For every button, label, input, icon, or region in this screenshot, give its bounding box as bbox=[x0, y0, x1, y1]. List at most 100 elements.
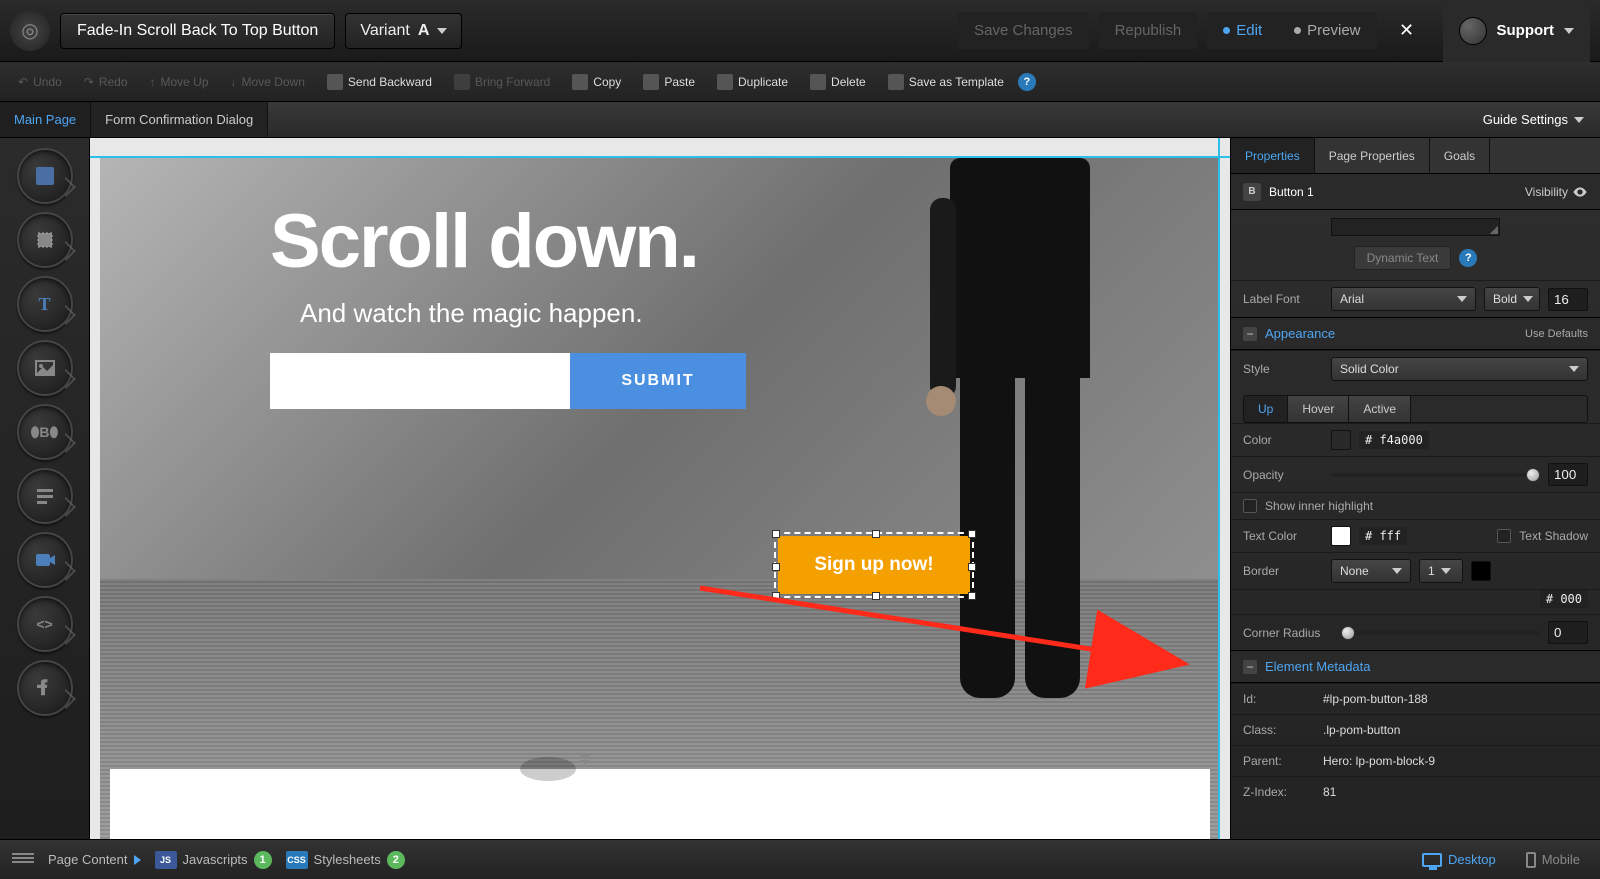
edit-tab[interactable]: Edit bbox=[1207, 12, 1278, 49]
stylesheets-button[interactable]: CSS Stylesheets 2 bbox=[286, 851, 405, 869]
zindex-value: 81 bbox=[1323, 785, 1336, 799]
border-label: Border bbox=[1243, 564, 1323, 578]
image-tool[interactable] bbox=[17, 340, 73, 396]
save-changes-button[interactable]: Save Changes bbox=[958, 12, 1088, 49]
preview-tab[interactable]: Preview bbox=[1278, 12, 1376, 49]
email-input[interactable] bbox=[270, 353, 570, 409]
tab-main-page[interactable]: Main Page bbox=[0, 102, 91, 137]
opacity-slider[interactable] bbox=[1331, 473, 1540, 477]
style-dropdown[interactable]: Solid Color bbox=[1331, 357, 1588, 381]
tab-form-confirmation[interactable]: Form Confirmation Dialog bbox=[91, 102, 268, 137]
class-value: .lp-pom-button bbox=[1323, 723, 1400, 737]
border-color-swatch[interactable] bbox=[1471, 561, 1491, 581]
state-active-tab[interactable]: Active bbox=[1349, 396, 1411, 422]
bring-forward-button[interactable]: Bring Forward bbox=[446, 70, 558, 94]
duplicate-button[interactable]: Duplicate bbox=[709, 70, 796, 94]
visibility-toggle[interactable]: Visibility bbox=[1525, 184, 1588, 200]
chevron-down-icon bbox=[437, 28, 447, 34]
text-shadow-checkbox[interactable] bbox=[1497, 529, 1511, 543]
border-color-hex-input[interactable]: # 000 bbox=[1540, 590, 1588, 608]
label-font-label: Label Font bbox=[1243, 292, 1323, 306]
box-tool[interactable] bbox=[17, 212, 73, 268]
id-value: #lp-pom-button-188 bbox=[1323, 692, 1428, 706]
tool-palette: T ⬮B⬮ <> bbox=[0, 138, 90, 839]
edit-preview-toggle: Edit Preview bbox=[1207, 12, 1376, 49]
delete-button[interactable]: Delete bbox=[802, 70, 874, 94]
guide-settings-dropdown[interactable]: Guide Settings bbox=[1467, 102, 1600, 137]
text-color-hex-input[interactable]: # fff bbox=[1359, 527, 1407, 545]
submit-button[interactable]: SUBMIT bbox=[570, 353, 746, 409]
css-count-badge: 2 bbox=[387, 851, 405, 869]
video-tool[interactable] bbox=[17, 532, 73, 588]
js-count-badge: 1 bbox=[254, 851, 272, 869]
menu-icon[interactable] bbox=[12, 853, 34, 867]
social-tool[interactable] bbox=[17, 660, 73, 716]
element-type-icon: B bbox=[1243, 183, 1261, 201]
opacity-input[interactable] bbox=[1548, 463, 1588, 486]
inner-highlight-checkbox[interactable] bbox=[1243, 499, 1257, 513]
move-down-button[interactable]: ↓Move Down bbox=[223, 71, 313, 93]
hero-form: SUBMIT bbox=[270, 353, 746, 409]
copy-label: Copy bbox=[593, 75, 621, 89]
label-text-input[interactable] bbox=[1331, 218, 1500, 236]
tab-page-properties[interactable]: Page Properties bbox=[1315, 138, 1430, 173]
dynamic-text-button[interactable]: Dynamic Text bbox=[1354, 246, 1452, 270]
redo-button[interactable]: ↷Redo bbox=[76, 71, 136, 93]
sendback-label: Send Backward bbox=[348, 75, 432, 89]
tab-properties[interactable]: Properties bbox=[1231, 138, 1315, 173]
paste-button[interactable]: Paste bbox=[635, 70, 703, 94]
help-icon[interactable]: ? bbox=[1459, 249, 1477, 267]
form-tool[interactable] bbox=[17, 468, 73, 524]
html-tool[interactable]: <> bbox=[17, 596, 73, 652]
close-button[interactable]: ✕ bbox=[1387, 20, 1427, 41]
collapse-icon[interactable]: − bbox=[1243, 327, 1257, 341]
move-up-button[interactable]: ↑Move Up bbox=[142, 71, 217, 93]
help-icon[interactable]: ? bbox=[1018, 73, 1036, 91]
save-as-template-button[interactable]: Save as Template bbox=[880, 70, 1012, 94]
border-style-dropdown[interactable]: None bbox=[1331, 559, 1411, 583]
canvas[interactable]: Scroll down. And watch the magic happen.… bbox=[90, 138, 1230, 839]
javascripts-button[interactable]: JS Javascripts 1 bbox=[155, 851, 272, 869]
selected-cta-button[interactable]: Sign up now! bbox=[778, 536, 970, 594]
variant-dropdown[interactable]: Variant A bbox=[345, 13, 462, 49]
font-family-dropdown[interactable]: Arial bbox=[1331, 287, 1476, 311]
chevron-down-icon bbox=[1574, 117, 1584, 123]
page-content-button[interactable]: Page Content bbox=[48, 852, 141, 867]
delete-label: Delete bbox=[831, 75, 866, 89]
layer-back-icon bbox=[327, 74, 343, 90]
section-tool[interactable] bbox=[17, 148, 73, 204]
state-hover-tab[interactable]: Hover bbox=[1288, 396, 1349, 422]
mobile-view-button[interactable]: Mobile bbox=[1518, 848, 1588, 872]
hero-subheadline[interactable]: And watch the magic happen. bbox=[300, 298, 643, 329]
hero-headline[interactable]: Scroll down. bbox=[270, 198, 698, 285]
border-style-value: None bbox=[1340, 564, 1369, 578]
color-hex-input[interactable]: # f4a000 bbox=[1359, 431, 1429, 449]
use-defaults-link[interactable]: Use Defaults bbox=[1525, 328, 1588, 340]
text-tool[interactable]: T bbox=[17, 276, 73, 332]
collapse-icon[interactable]: − bbox=[1243, 660, 1257, 674]
edit-label: Edit bbox=[1236, 22, 1262, 39]
page-title-field[interactable]: Fade-In Scroll Back To Top Button bbox=[60, 13, 335, 49]
desktop-view-button[interactable]: Desktop bbox=[1414, 848, 1504, 871]
republish-button[interactable]: Republish bbox=[1099, 12, 1198, 49]
send-backward-button[interactable]: Send Backward bbox=[319, 70, 440, 94]
monitor-icon bbox=[1422, 853, 1442, 867]
support-menu[interactable]: Support bbox=[1443, 0, 1591, 62]
style-label: Style bbox=[1243, 362, 1323, 376]
app-logo[interactable]: ◎ bbox=[10, 11, 50, 51]
corner-radius-input[interactable] bbox=[1548, 621, 1588, 644]
state-up-tab[interactable]: Up bbox=[1244, 396, 1288, 422]
corner-radius-slider[interactable] bbox=[1341, 631, 1540, 635]
button-tool[interactable]: ⬮B⬮ bbox=[17, 404, 73, 460]
chevron-down-icon bbox=[1441, 568, 1451, 574]
font-size-input[interactable] bbox=[1548, 288, 1588, 311]
border-width-dropdown[interactable]: 1 bbox=[1419, 559, 1463, 583]
border-width-value: 1 bbox=[1428, 564, 1435, 578]
text-color-swatch[interactable] bbox=[1331, 526, 1351, 546]
undo-button[interactable]: ↶Undo bbox=[10, 71, 70, 93]
copy-button[interactable]: Copy bbox=[564, 70, 629, 94]
tab-goals[interactable]: Goals bbox=[1430, 138, 1490, 173]
font-weight-dropdown[interactable]: Bold bbox=[1484, 287, 1540, 311]
color-swatch[interactable] bbox=[1331, 430, 1351, 450]
chevron-down-icon bbox=[1569, 366, 1579, 372]
